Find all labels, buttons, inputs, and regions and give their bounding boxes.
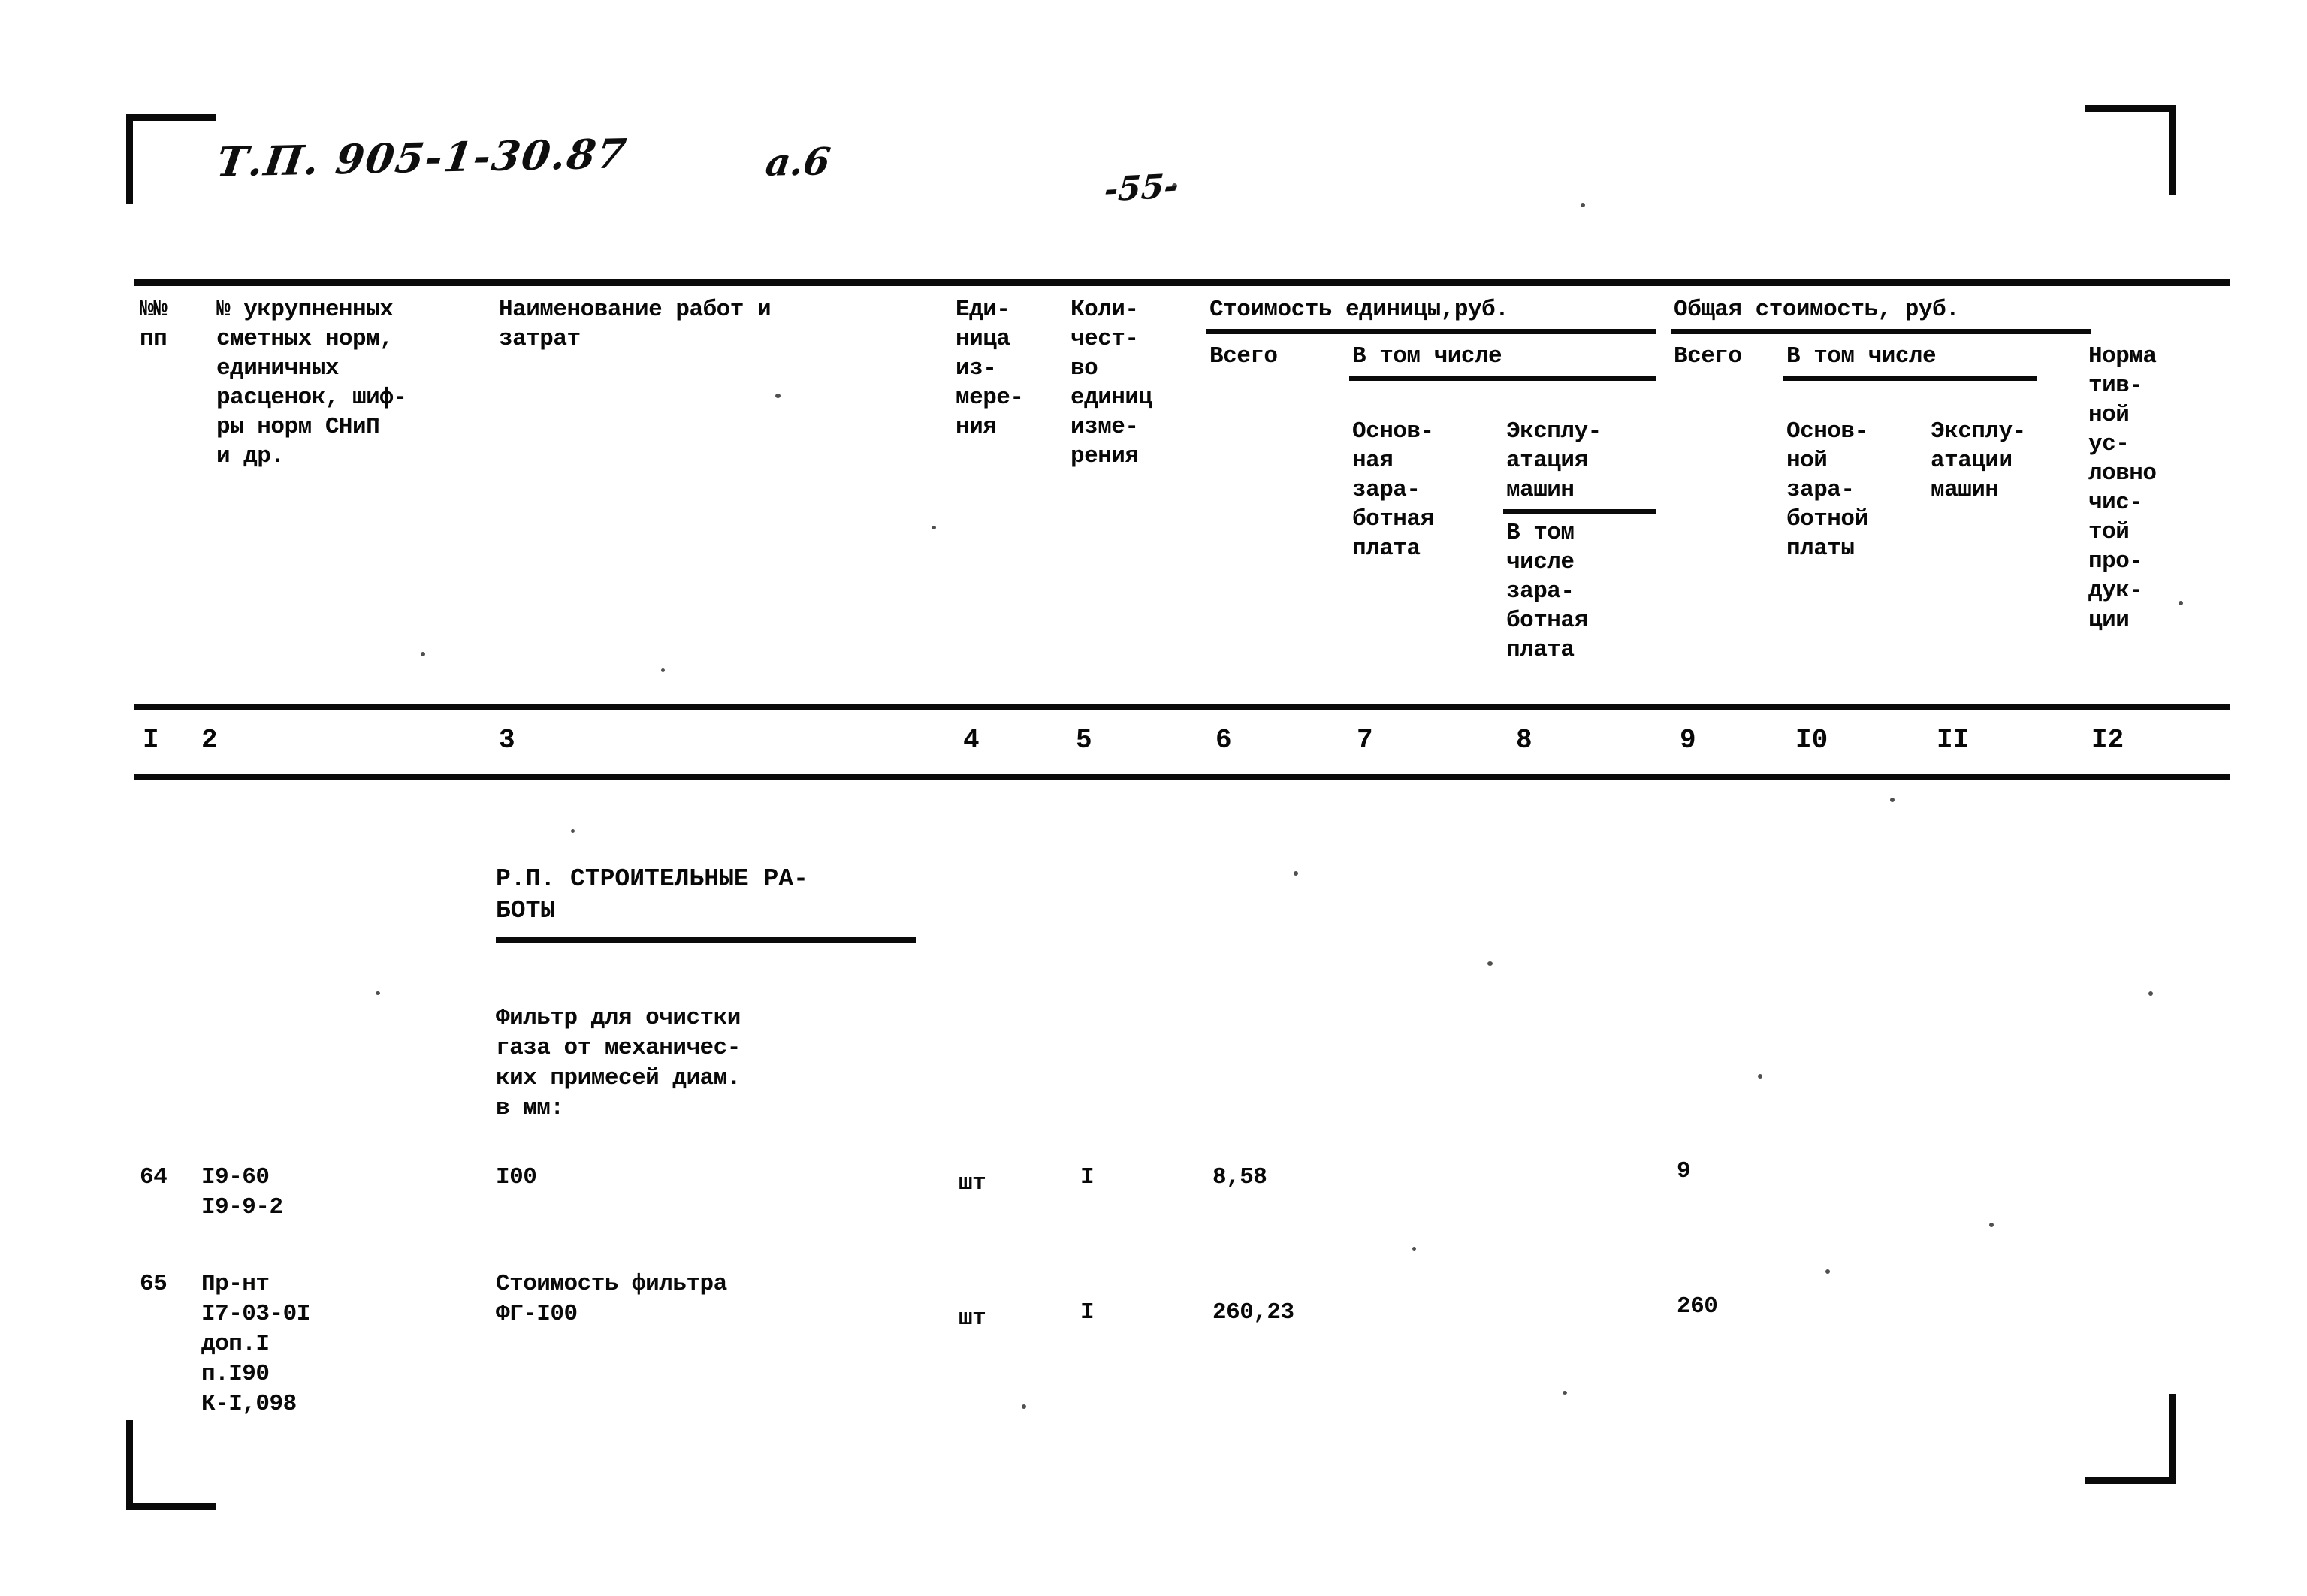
group-total-cost-underline [1671,329,2091,334]
column-number-9: 9 [1680,725,1696,756]
header-col-6-total: Всего [1209,343,1278,370]
column-number-1: I [143,725,159,756]
column-number-3: 3 [499,725,515,756]
table-row-64-unit: шт [959,1170,986,1196]
scan-speck [1758,1074,1762,1079]
table-row-64-norm-code: I9-60 I9-9-2 [201,1164,283,1220]
column-number-5: 5 [1076,725,1092,756]
table-top-rule [134,279,2230,286]
table-row-64-name: I00 [496,1164,537,1190]
table-row-65-norm-code: Пр-нт I7-03-0I доп.I п.I90 К-I,098 [201,1271,310,1417]
scan-speck [571,829,575,833]
handwritten-project-code: Т.П. 905-1-30.87 [213,129,631,186]
header-col-5-quantity: Коли- чест- во единиц изме- рения [1070,297,1152,469]
scan-speck [1412,1247,1416,1251]
header-col-1-number: №№ пп [140,297,168,352]
column-number-7: 7 [1357,725,1373,756]
header-col-12-normative: Норма тив- ной ус- ловно чис- той про- д… [2088,343,2157,633]
column-number-4: 4 [963,725,980,756]
header-col-10-basic-wage: Основ- ной зара- ботной платы [1786,418,1868,562]
scanned-page: Т.П. 905-1-30.87 а.6 -55- №№ пп № укрупн… [0,0,2307,1596]
unit-cost-included-underline [1349,376,1656,381]
header-col-2-norm-code: № укрупненных сметных норм, единичных ра… [216,297,407,469]
column-number-2: 2 [201,725,218,756]
header-group-unit-cost: Стоимость единицы,руб. [1209,297,1509,323]
scan-speck [2148,991,2153,996]
column-number-10: I0 [1795,725,1828,756]
scan-speck [1294,871,1298,876]
page-number-stamp: -55- [1103,167,1179,210]
scan-speck [775,394,781,398]
header-col-7-basic-wage: Основ- ная зара- ботная плата [1352,418,1434,562]
table-header-bottom-rule [134,774,2230,780]
column-number-top-rule [134,704,2230,710]
column-number-8: 8 [1516,725,1532,756]
column-number-11: II [1937,725,1970,756]
column-number-12: I2 [2091,725,2124,756]
scan-speck [1487,961,1493,966]
section-heading: Р.П. СТРОИТЕЛЬНЫЕ РА- БОТЫ [496,865,808,925]
header-col-11-machines: Эксплу- атации машин [1931,418,2026,503]
table-row-64-unit-total: 8,58 [1212,1164,1267,1190]
header-col-8-machines: Эксплу- атация машин [1506,418,1602,503]
table-row-65-unit-total: 260,23 [1212,1299,1294,1326]
table-row-65-total: 260 [1677,1293,1718,1320]
table-row-65-unit: шт [959,1305,986,1332]
table-row-65-number: 65 [140,1271,168,1297]
header-group-total-cost: Общая стоимость, руб. [1674,297,1960,323]
crop-mark-bottom-left [126,1420,216,1510]
scan-speck [1581,203,1585,207]
group-description: Фильтр для очистки газа от механичес- ки… [496,1005,741,1121]
scan-speck [1989,1223,1994,1227]
table-row-64-number: 64 [140,1164,168,1190]
table-row-65-name: Стоимость фильтра ФГ-I00 [496,1271,727,1327]
section-heading-underline [496,937,916,943]
header-unit-cost-included: В том числе [1352,343,1502,370]
total-cost-included-underline [1783,376,2037,381]
header-col-8-included-wage: В том числе зара- ботная плата [1506,520,1588,663]
crop-mark-top-left [126,114,216,204]
header-col-4-unit: Еди- ница из- мере- ния [956,297,1024,440]
scan-speck [1563,1391,1567,1395]
column-number-6: 6 [1215,725,1232,756]
scan-speck [1022,1404,1026,1409]
scan-speck [421,652,425,656]
table-row-64-quantity: I [1080,1164,1095,1190]
handwritten-sheet-label: а.6 [762,139,833,185]
scan-speck [2179,601,2183,605]
crop-mark-bottom-right [2085,1394,2176,1484]
col-8-machines-underline [1503,509,1656,514]
scan-speck [1172,183,1177,189]
group-unit-cost-underline [1206,329,1656,334]
scan-speck [1825,1269,1830,1274]
table-row-65-quantity: I [1080,1299,1095,1326]
crop-mark-top-right [2085,105,2176,195]
scan-speck [932,526,936,529]
header-total-cost-included: В том числе [1786,343,1937,370]
scan-speck [661,668,665,672]
scan-speck [374,418,379,422]
table-row-64-total: 9 [1677,1158,1691,1184]
header-col-3-work-name: Наименование работ и затрат [499,297,772,352]
scan-speck [376,991,380,995]
scan-speck [1890,798,1895,802]
